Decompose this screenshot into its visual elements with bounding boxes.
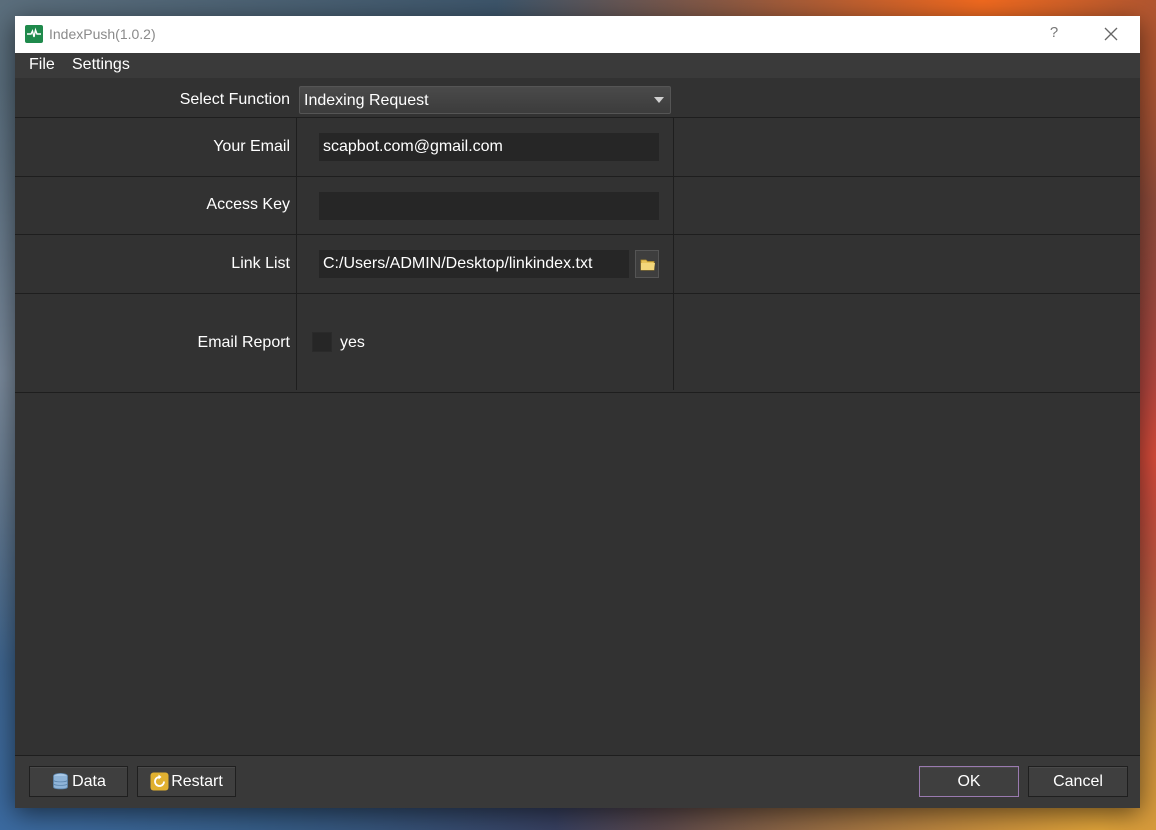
restart-button[interactable]: Restart xyxy=(137,766,236,797)
ok-button[interactable]: OK xyxy=(919,766,1019,797)
close-button[interactable] xyxy=(1102,25,1120,43)
function-select-value: Indexing Request xyxy=(304,92,429,109)
select-function-label: Select Function xyxy=(179,91,290,108)
restart-button-label: Restart xyxy=(171,772,223,790)
access-key-input[interactable] xyxy=(319,192,659,220)
link-list-input[interactable] xyxy=(319,250,629,278)
menu-bar: File Settings xyxy=(15,53,1140,78)
close-icon xyxy=(1104,27,1118,41)
title-bar: IndexPush(1.0.2) ? xyxy=(15,16,1140,53)
settings-form: Select Function Indexing Request Your Em… xyxy=(15,78,1140,393)
form-row-access-key: Access Key xyxy=(15,177,1140,235)
menu-file[interactable]: File xyxy=(29,56,55,74)
form-row-select-function: Select Function Indexing Request xyxy=(15,78,1140,118)
access-key-label: Access Key xyxy=(206,196,290,213)
column-divider xyxy=(296,118,297,390)
help-button[interactable]: ? xyxy=(1046,24,1062,41)
email-report-label: Email Report xyxy=(197,334,290,351)
email-label: Your Email xyxy=(213,138,290,155)
ok-button-label: OK xyxy=(957,772,981,790)
column-divider xyxy=(673,118,674,390)
data-button[interactable]: Data xyxy=(29,766,128,797)
dropdown-arrow-icon xyxy=(654,97,664,103)
button-bar: Data Restart OK Cancel xyxy=(15,755,1140,808)
function-select[interactable]: Indexing Request xyxy=(299,86,671,114)
app-window: IndexPush(1.0.2) ? File Settings Select … xyxy=(15,16,1140,808)
link-list-label: Link List xyxy=(231,255,290,272)
window-title: IndexPush(1.0.2) xyxy=(49,26,156,42)
form-row-email: Your Email xyxy=(15,118,1140,177)
app-logo-icon xyxy=(25,25,43,43)
form-row-email-report: Email Report yes xyxy=(15,294,1140,390)
cancel-button-label: Cancel xyxy=(1053,772,1103,790)
database-icon xyxy=(53,773,68,790)
data-button-label: Data xyxy=(72,772,106,790)
cancel-button[interactable]: Cancel xyxy=(1028,766,1128,797)
email-report-option-label: yes xyxy=(340,334,365,351)
folder-icon xyxy=(640,259,655,271)
menu-settings[interactable]: Settings xyxy=(72,56,130,74)
browse-file-button[interactable] xyxy=(635,250,659,278)
email-input[interactable] xyxy=(319,133,659,161)
form-row-link-list: Link List xyxy=(15,235,1140,294)
email-report-checkbox[interactable] xyxy=(312,332,332,352)
refresh-icon xyxy=(150,772,169,791)
